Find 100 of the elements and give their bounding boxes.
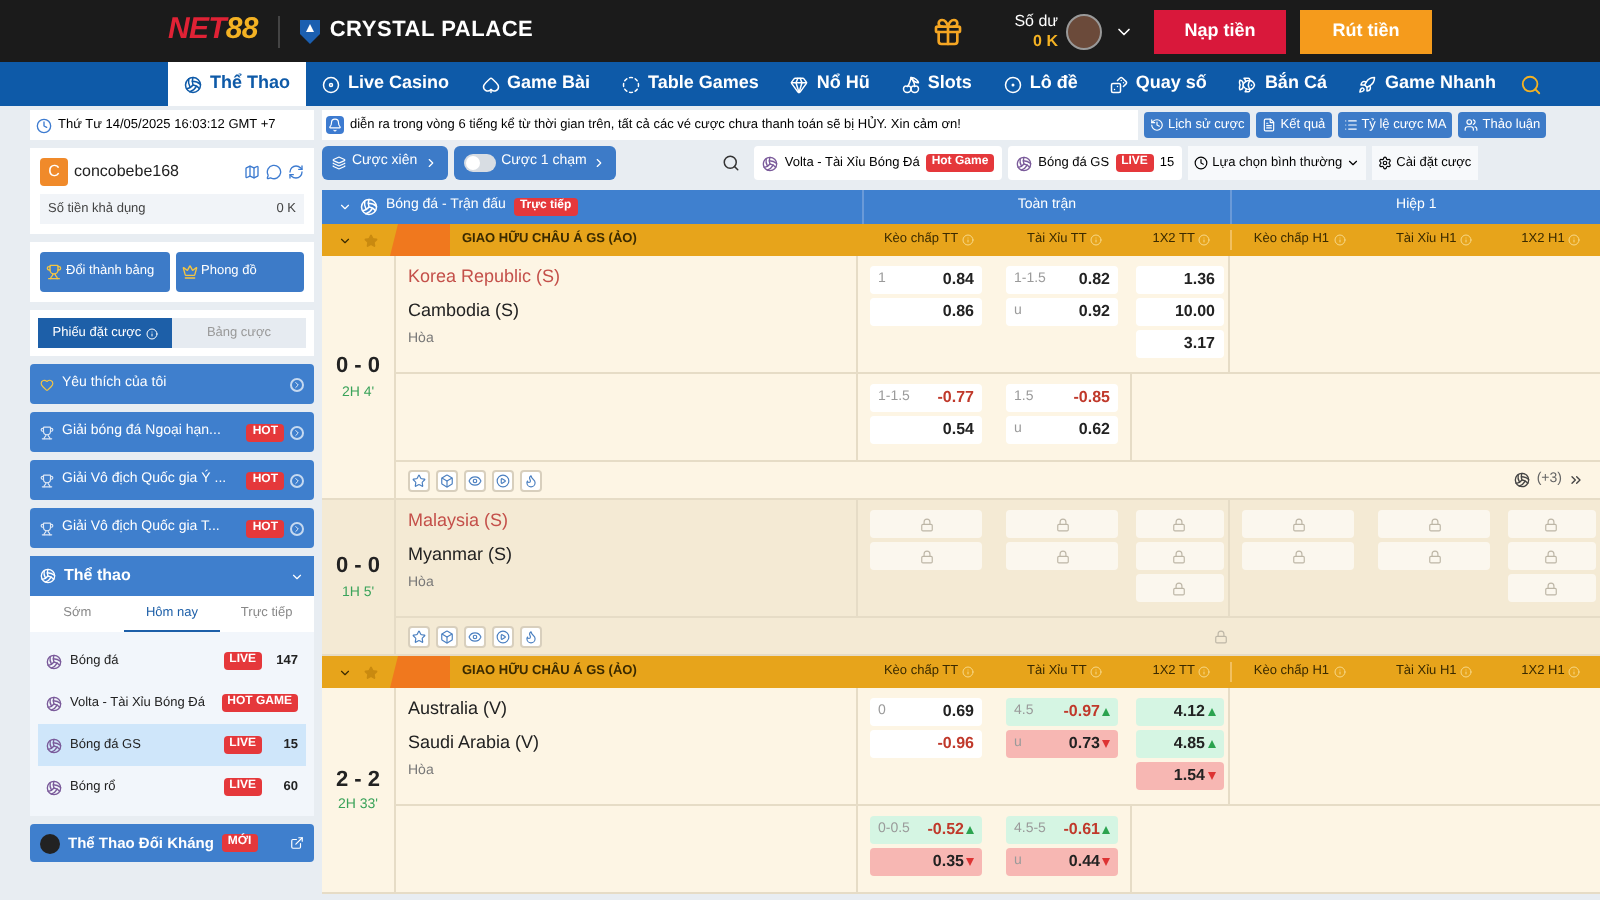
odds-value: -0.85 (1073, 386, 1110, 410)
nav-tab[interactable]: Game Nhanh (1342, 62, 1512, 106)
odds-value: 0.44 (1068, 850, 1100, 874)
chevron-down-icon[interactable] (338, 665, 352, 679)
down-triangle-icon (966, 858, 974, 866)
lock-icon (919, 517, 933, 531)
star-icon[interactable] (364, 665, 378, 679)
layers-icon (332, 156, 346, 170)
box-icon[interactable] (436, 469, 458, 491)
avatar[interactable] (1066, 13, 1102, 49)
flame-icon[interactable] (520, 469, 542, 491)
league-logo-icon (390, 656, 450, 688)
nav-tab[interactable]: Thể Thao (168, 62, 306, 106)
search-icon[interactable] (722, 154, 741, 172)
disc-icon (322, 75, 340, 93)
nav-tab[interactable]: Slots (885, 62, 988, 106)
nav-tab[interactable]: Table Games (606, 62, 775, 106)
away-team[interactable]: Cambodia (S) (408, 297, 844, 324)
volleyball-icon (184, 75, 202, 93)
odds-value: 1.36 (1183, 268, 1215, 292)
odds-value: 10.00 (1174, 300, 1215, 324)
nav-tab[interactable]: Bắn Cá (1222, 62, 1343, 106)
odds-value: 0.35 (932, 850, 964, 874)
nav-tab[interactable]: Game Bài (465, 62, 607, 106)
trophy-icon (40, 425, 54, 439)
odds-value: 0.82 (1078, 268, 1110, 292)
away-team[interactable]: Myanmar (S) (408, 541, 844, 568)
odds-cell[interactable]: -0.96 (870, 730, 982, 758)
odds-value: 1.54 (1173, 764, 1205, 788)
odds-cell[interactable]: 10.00 (1135, 298, 1223, 326)
info-icon (1568, 234, 1581, 246)
info-icon (1460, 234, 1473, 246)
info-icon (1090, 666, 1103, 678)
home-team[interactable]: Australia (V) (408, 696, 844, 723)
odds-value: 0.73 (1068, 732, 1100, 756)
home-team[interactable]: Malaysia (S) (408, 508, 844, 535)
odds-cell[interactable]: 4.12 (1135, 698, 1223, 726)
gift-icon[interactable] (932, 15, 965, 47)
odds-cell[interactable]: 1.54 (1135, 762, 1223, 790)
ball-icon (46, 779, 62, 795)
username: concobebe168 (74, 160, 179, 184)
eye-icon[interactable] (464, 625, 486, 647)
star-icon[interactable] (364, 233, 378, 247)
chevron-right-icon (290, 377, 304, 391)
star-icon[interactable] (408, 469, 430, 491)
refresh-icon[interactable] (288, 164, 304, 180)
away-team[interactable]: Saudi Arabia (V) (408, 729, 844, 756)
play-icon[interactable] (492, 625, 514, 647)
chevron-down-icon[interactable] (338, 233, 352, 247)
nav-tab[interactable]: Lô đề (987, 62, 1094, 106)
match-score: 0 - 0 (335, 352, 380, 382)
people-icon (1464, 118, 1479, 132)
down-triangle-icon (1102, 858, 1110, 866)
double-chevron-icon[interactable] (1568, 472, 1584, 488)
down-triangle-icon (1207, 772, 1215, 780)
star-icon[interactable] (408, 625, 430, 647)
crown-icon (181, 264, 197, 280)
lock-icon (1291, 549, 1305, 563)
odds-cell[interactable]: 1.36 (1135, 266, 1223, 294)
lock-icon (1172, 581, 1186, 595)
play-icon[interactable] (492, 469, 514, 491)
odds-value: 4.12 (1173, 700, 1205, 724)
lock-icon (1172, 517, 1186, 531)
nav-tab[interactable]: Nổ Hũ (774, 62, 886, 106)
dice-icon (1109, 75, 1128, 93)
nav-tab[interactable]: Live Casino (306, 62, 466, 106)
nav-tab[interactable]: Quay số (1093, 62, 1223, 106)
sports-panel-header[interactable]: Thể thao (30, 556, 314, 596)
spade-icon (481, 75, 500, 93)
odds-value: 0.62 (1078, 418, 1110, 442)
trophy-icon (40, 521, 54, 535)
map-icon[interactable] (244, 164, 260, 180)
odds-value: -0.77 (937, 386, 974, 410)
odds-cell[interactable]: 4.85 (1135, 730, 1223, 758)
chevron-right-icon (290, 473, 304, 487)
cherry-icon (901, 75, 920, 93)
lock-icon (1544, 581, 1558, 595)
chat-icon[interactable] (266, 164, 282, 180)
odds-cell[interactable]: 0.54 (870, 416, 982, 444)
info-icon (1198, 666, 1211, 678)
eye-icon[interactable] (464, 469, 486, 491)
lock-icon (1055, 517, 1069, 531)
trophy-icon (40, 473, 54, 487)
flame-icon[interactable] (520, 625, 542, 647)
odds-value: 0.54 (942, 418, 974, 442)
volleyball-icon (40, 568, 56, 584)
info-icon (1568, 666, 1581, 678)
odds-cell[interactable]: 3.17 (1135, 330, 1223, 358)
ball-icon (1514, 472, 1531, 488)
chevron-down-icon (1346, 156, 1361, 170)
odds-cell[interactable]: 0.86 (870, 298, 982, 326)
brand-logo[interactable]: NET88 (168, 8, 258, 54)
box-icon[interactable] (436, 625, 458, 647)
odds-value: -0.96 (937, 732, 974, 756)
home-team[interactable]: Korea Republic (S) (408, 264, 844, 291)
history-icon (1150, 118, 1164, 132)
lock-icon (1172, 549, 1186, 563)
deposit-button[interactable]: Nạp tiền (1154, 9, 1286, 53)
odds-cell[interactable]: 0.35 (870, 848, 982, 876)
chevron-right-icon (290, 425, 304, 439)
